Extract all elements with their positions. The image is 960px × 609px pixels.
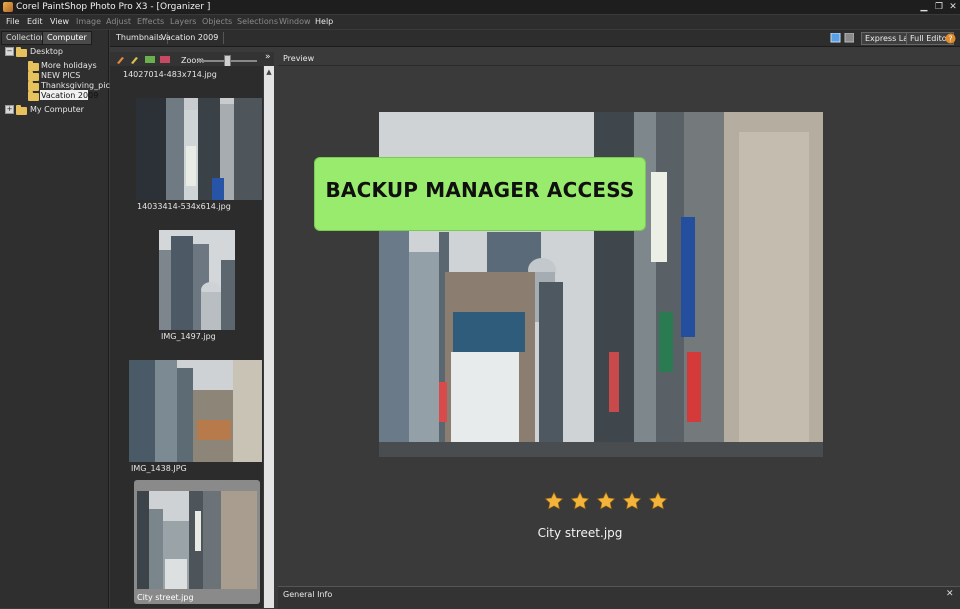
folder-icon [28, 71, 39, 81]
tree-item-vacation-2009[interactable]: Vacation 2009 [41, 91, 98, 100]
menu-effects[interactable]: Effects [137, 17, 164, 26]
tree-item-more-holidays[interactable]: More holidays [41, 61, 97, 70]
rating-star-icon[interactable] [544, 491, 564, 511]
menu-image[interactable]: Image [76, 17, 101, 26]
preview-filename: City street.jpg [537, 526, 623, 540]
general-info-label: General Info [283, 590, 333, 599]
tab-vacation-2009[interactable]: Vacation 2009 [156, 32, 225, 44]
thumbnail-2[interactable] [159, 230, 235, 330]
thumbnail-image [137, 491, 257, 589]
thumbnail-4-selected[interactable]: City street.jpg [134, 480, 260, 604]
close-button[interactable]: ✕ [946, 0, 960, 14]
menu-objects[interactable]: Objects [202, 17, 232, 26]
menu-view[interactable]: View [50, 17, 69, 26]
navigation-panel [0, 30, 109, 608]
help-icon[interactable]: ? [945, 33, 956, 44]
folder-icon [16, 47, 27, 57]
brush-icon[interactable] [116, 55, 126, 64]
menu-selections[interactable]: Selections [237, 17, 278, 26]
computer-icon [16, 105, 27, 115]
rating-star-icon[interactable] [570, 491, 590, 511]
preview-label: Preview [283, 54, 315, 63]
menu-bar: File Edit View Image Adjust Effects Laye… [0, 15, 960, 29]
backup-manager-banner: BACKUP MANAGER ACCESS [315, 158, 645, 230]
thumbnail-image [136, 98, 262, 200]
thumbnail-scrollbar[interactable] [264, 66, 274, 608]
folder-icon [28, 61, 39, 71]
app-icon [3, 2, 13, 12]
tree-item-new-pics[interactable]: NEW PICS [41, 71, 80, 80]
layout-icons[interactable] [830, 33, 854, 43]
title-bar: Corel PaintShop Photo Pro X3 - [Organize… [0, 0, 960, 14]
window-title: Corel PaintShop Photo Pro X3 - [Organize… [16, 2, 211, 12]
menu-window[interactable]: Window [279, 17, 311, 26]
thumbnail-image [159, 230, 235, 330]
folder-icon [28, 81, 39, 91]
menu-file[interactable]: File [6, 17, 19, 26]
tree-item-desktop[interactable]: Desktop [30, 47, 63, 56]
rating-star-icon[interactable] [648, 491, 668, 511]
menu-edit[interactable]: Edit [27, 17, 43, 26]
scroll-up-icon[interactable]: ▲ [265, 68, 273, 76]
thumb-caption: City street.jpg [137, 593, 194, 602]
minimize-button[interactable]: ▁ [917, 0, 931, 14]
thumb-caption: 14033414-534x614.jpg [137, 202, 231, 211]
tab-computer[interactable]: Computer [42, 31, 92, 45]
banner-text: BACKUP MANAGER ACCESS [325, 178, 635, 202]
print-icon[interactable] [160, 55, 170, 64]
general-info-bar[interactable]: General Info ✕ [278, 586, 960, 609]
thumb-caption: IMG_1438.JPG [131, 464, 187, 473]
menu-help[interactable]: Help [315, 17, 333, 26]
folder-icon [28, 91, 39, 101]
menu-layers[interactable]: Layers [170, 17, 196, 26]
restore-button[interactable]: ❐ [932, 0, 946, 14]
rating-star-icon[interactable] [622, 491, 642, 511]
retouch-icon[interactable] [130, 55, 140, 64]
close-icon[interactable]: ✕ [946, 589, 954, 599]
thumbnail-1[interactable] [136, 98, 262, 200]
thumb-caption: 14027014-483x714.jpg [123, 70, 217, 79]
collapse-toolbar-icon[interactable]: » [265, 52, 271, 62]
thumb-caption: IMG_1497.jpg [161, 332, 216, 341]
expand-my-computer[interactable]: + [5, 105, 14, 114]
menu-adjust[interactable]: Adjust [106, 17, 131, 26]
svg-text:?: ? [948, 35, 952, 44]
thumbnail-image [129, 360, 262, 462]
photo-fix-icon[interactable] [145, 55, 155, 64]
tree-item-my-computer[interactable]: My Computer [30, 105, 84, 114]
thumbnail-3[interactable] [129, 360, 262, 462]
expand-desktop[interactable]: − [5, 47, 14, 56]
preview-header: Preview [278, 52, 960, 66]
rating-star-icon[interactable] [596, 491, 616, 511]
